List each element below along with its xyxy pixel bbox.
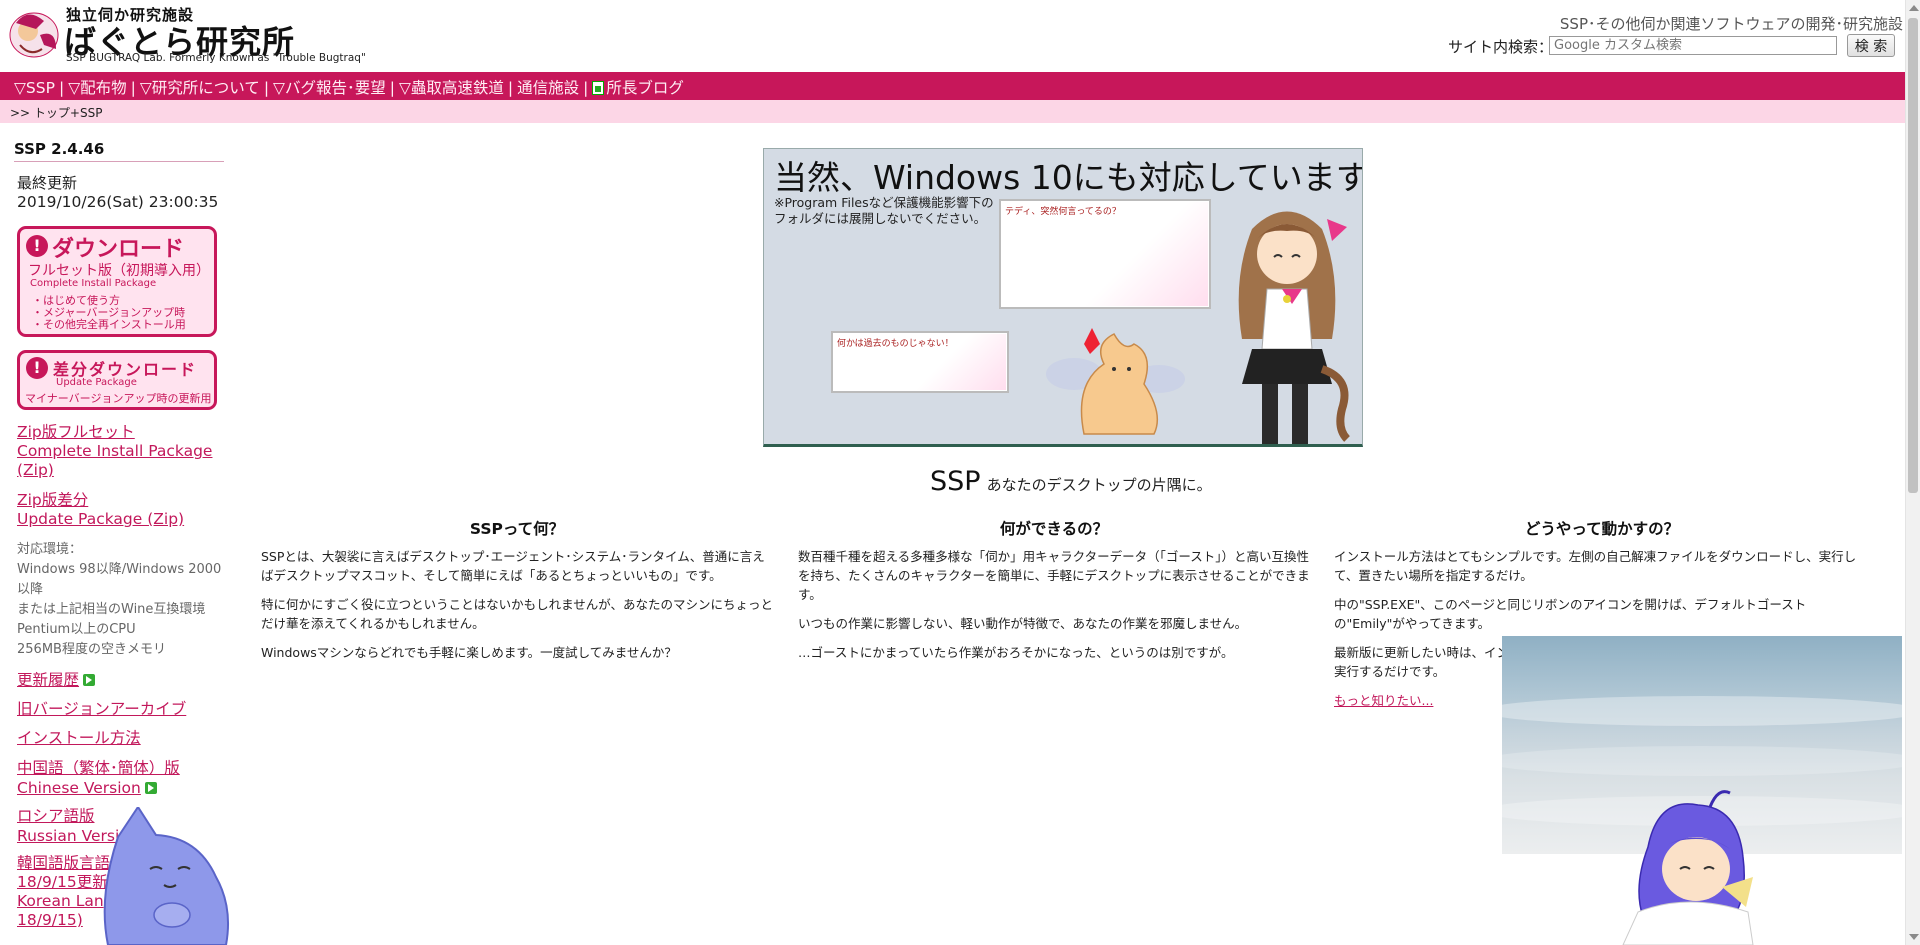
nav-separator: | (583, 79, 589, 97)
logo-english: SSP BUGTRAQ Lab. Formerly Known as "Trou… (66, 52, 366, 64)
archive-link[interactable]: 旧バージョンアーカイブ (17, 700, 186, 719)
main-nav: ▽SSP | ▽配布物 | ▽研究所について | ▽バグ報告･要望 | ▽蟲取高速鉄道 | 通信施設… (0, 72, 1905, 100)
zip-diff-line[interactable]: Update Package (Zip) (17, 510, 184, 529)
updated-date: 2019/10/26(Sat) 23:00:35 (17, 193, 219, 211)
scroll-thumb[interactable] (1908, 18, 1918, 493)
zip-full-link[interactable]: Zip版フルセット Complete Install Package (Zip) (17, 423, 212, 480)
nav-separator: | (58, 79, 65, 97)
emily-ghost-character[interactable] (1618, 787, 1758, 945)
search-label: サイト内検索： (1448, 38, 1554, 56)
section-paragraph: 数百種千種を超える多種多様な「伺か」用キャラクターデータ（「ゴースト」）と高い互… (798, 549, 1310, 602)
history-link-text[interactable]: 更新履歴 (17, 671, 79, 689)
search-input[interactable] (1549, 36, 1837, 55)
catgirl-illustration (1238, 211, 1351, 444)
creature-illustration (1046, 328, 1185, 435)
nav-bug-report[interactable]: ▽バグ報告･要望 (273, 79, 386, 97)
download-diff-button[interactable]: ! 差分ダウンロード Update Package マイナーバージョンアップ時の… (17, 350, 217, 410)
nav-distribution[interactable]: ▽配布物 (68, 79, 126, 97)
korean-line[interactable]: Korean Lan (17, 892, 110, 911)
download-full-title: ダウンロード (52, 237, 185, 262)
install-link[interactable]: インストール方法 (17, 729, 141, 748)
site-tagline: SSP･その他伺か関連ソフトウェアの開発･研究施設 (1559, 15, 1903, 33)
requirement-line: または上記相当のWine互換環境 (17, 602, 206, 617)
section-paragraph: SSPとは、大袈裟に言えばデスクトップ･エージェント･システム･ランタイム、普通… (261, 549, 765, 583)
korean-line[interactable]: 18/9/15) (17, 911, 110, 930)
section-title: どうやって動かすの？ (1524, 520, 1680, 538)
requirement-line: Pentium以上のCPU (17, 622, 136, 637)
version-title: SSP 2.4.46 (14, 140, 224, 162)
nav-about[interactable]: ▽研究所について (140, 79, 260, 97)
download-icon: ! (26, 235, 48, 257)
requirement-line: Windows 98以降/Windows 2000 (17, 562, 222, 577)
arrow-right-icon (83, 674, 96, 686)
section-paragraph: Windowsマシンならどれでも手軽に楽しめます。一度試してみませんか？ (261, 645, 677, 660)
download-diff-en: Update Package (56, 377, 137, 388)
scroll-up-icon[interactable] (1909, 5, 1919, 11)
section-paragraph: 特に何かにすごく役に立つということはないかもしれませんが、あなたのマシンにちょっ… (261, 597, 774, 631)
sidebar: SSP 2.4.46 最終更新 2019/10/26(Sat) 23:00:35… (14, 140, 226, 929)
korean-line[interactable]: 18/9/15更新 (17, 873, 110, 892)
nav-blog[interactable]: 所長ブログ (606, 79, 684, 97)
arrow-right-icon (144, 782, 157, 794)
banner-note: ※Program Filesなど保護機能影響下のフォルダには展開しないでください… (774, 195, 994, 226)
more-info-link[interactable]: もっと知りたい... (1334, 693, 1433, 708)
requirements: 対応環境： Windows 98以降/Windows 2000 以降 または上記… (17, 540, 221, 660)
nav-railway[interactable]: ▽蟲取高速鉄道 (399, 79, 504, 97)
zip-full-line[interactable]: Complete Install Package (17, 442, 212, 461)
zip-diff-link[interactable]: Zip版差分 Update Package (Zip) (17, 491, 184, 529)
site-header: 独立伺か研究施設 ばぐとら研究所 SSP BUGTRAQ Lab. Former… (0, 0, 1905, 72)
requirement-line: 対応環境： (17, 542, 83, 557)
search-button[interactable]: 検 索 (1847, 34, 1895, 57)
page-scrollbar[interactable] (1905, 0, 1920, 945)
chinese-link[interactable]: 中国語（繁体･簡体）版 Chinese Version (17, 758, 180, 798)
what-is-ssp-section: SSPって何？ SSPとは、大袈裟に言えばデスクトップ･エージェント･システム･… (261, 520, 773, 672)
requirement-line: 以降 (17, 582, 44, 597)
nav-separator: | (263, 79, 270, 97)
nav-communication[interactable]: 通信施設 (517, 79, 579, 97)
nav-separator: | (389, 79, 395, 97)
zip-diff-line[interactable]: Zip版差分 (17, 491, 184, 510)
tagline-ssp: SSP (930, 466, 981, 497)
section-paragraph: …ゴーストにかまっていたら作業がおろそかになった、というのは別ですが。 (798, 645, 1234, 660)
section-title: SSPって何？ (469, 520, 565, 538)
nav-ssp[interactable]: ▽SSP (14, 79, 55, 97)
hero-banner: 当然、Windows 10にも対応しています。 ※Program Filesなど… (763, 148, 1363, 447)
scroll-down-icon[interactable] (1909, 934, 1919, 940)
wave-decoration (1502, 696, 1902, 726)
section-paragraph-line: 最新版に更新したい時は、イン (1334, 645, 1510, 660)
breadcrumb-text[interactable]: >> トップ+SSP (10, 106, 102, 120)
zip-full-line[interactable]: (Zip) (17, 461, 212, 480)
chinese-line[interactable]: Chinese Version (17, 779, 141, 797)
wave-decoration (1502, 746, 1902, 776)
breadcrumb: >> トップ+SSP (0, 100, 1905, 123)
section-paragraph: いつもの作業に影響しない、軽い動作が特徴で、あなたの作業を邪魔しません。 (798, 616, 1248, 631)
download-icon: ! (26, 357, 48, 379)
download-full-en: Complete Install Package (30, 278, 157, 289)
section-title: 何ができるの？ (999, 520, 1109, 538)
download-full-bullet: ・その他完全再インストール用 (32, 318, 186, 331)
korean-link[interactable]: 韓国語版言語 18/9/15更新 Korean Lan 18/9/15) (17, 854, 110, 930)
blue-ghost-character[interactable] (98, 807, 233, 945)
nav-separator: | (130, 79, 136, 97)
history-link[interactable]: 更新履歴 (17, 671, 96, 690)
section-paragraph: インストール方法はとてもシンプルです。左側の自己解凍ファイルをダウンロードし、実… (1334, 549, 1857, 583)
zip-full-line[interactable]: Zip版フルセット (17, 423, 212, 442)
tagline-text: あなたのデスクトップの片隅に。 (986, 476, 1212, 494)
hero-tagline: SSP あなたのデスクトップの片隅に。 (930, 466, 1212, 497)
ribbon-logo-icon[interactable] (6, 5, 62, 63)
chinese-line[interactable]: 中国語（繁体･簡体）版 (17, 758, 180, 778)
download-full-button[interactable]: ! ダウンロード フルセット版（初期導入用） Complete Install … (17, 226, 217, 337)
korean-line[interactable]: 韓国語版言語 (17, 854, 110, 873)
nav-separator: | (507, 79, 514, 97)
section-paragraph: 中の"SSP.EXE"、このページと同じリボンのアイコンを開けば、デフォルトゴー… (1334, 597, 1807, 631)
speech-balloon: テディ、突然何言ってるの？ (999, 199, 1211, 309)
blog-icon (592, 81, 605, 95)
download-full-subtitle: フルセット版（初期導入用） (28, 263, 210, 279)
speech-balloon: 何かは過去のものじゃない！ (831, 331, 1009, 393)
what-can-do-section: 何ができるの？ 数百種千種を超える多種多様な「伺か」用キャラクターデータ（「ゴー… (798, 520, 1310, 672)
download-diff-note: マイナーバージョンアップ時の更新用 (25, 392, 212, 405)
requirement-line: 256MB程度の空きメモリ (17, 642, 166, 657)
updated-label: 最終更新 (17, 174, 78, 192)
banner-heading: 当然、Windows 10にも対応しています。 (774, 158, 1363, 197)
